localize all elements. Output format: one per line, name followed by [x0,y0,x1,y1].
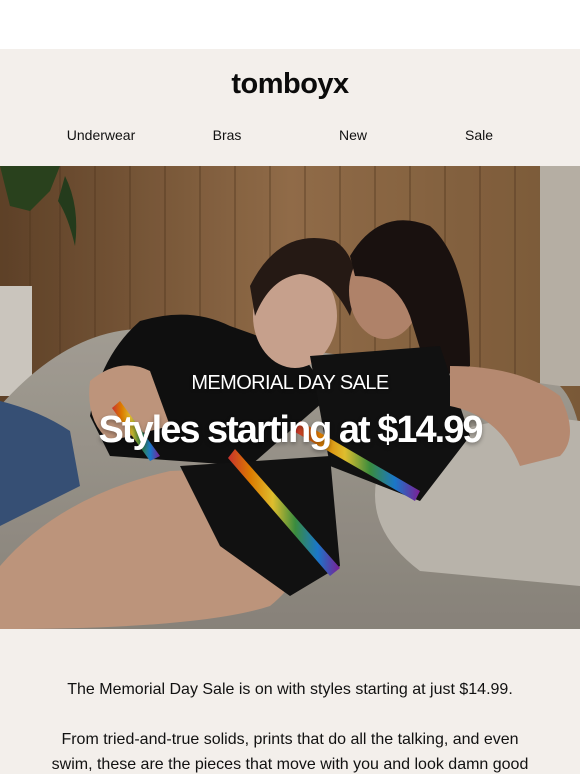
hero-banner[interactable]: MEMORIAL DAY SALE Styles starting at $14… [0,166,580,629]
nav-item-sale[interactable]: Sale [465,127,493,143]
nav-item-underwear[interactable]: Underwear [67,127,135,143]
body-copy: The Memorial Day Sale is on with styles … [0,629,580,774]
nav-item-bras[interactable]: Bras [213,127,242,143]
hero-headline: Styles starting at $14.99 [98,409,484,451]
hero-photo [0,166,580,629]
email-header: tomboyx Underwear Bras New Sale [0,49,580,166]
top-spacer [0,0,580,49]
details-paragraph: From tried-and-true solids, prints that … [51,731,529,773]
intro-paragraph: The Memorial Day Sale is on with styles … [67,681,513,698]
main-nav: Underwear Bras New Sale [0,127,580,147]
brand-logo[interactable]: tomboyx [0,68,580,101]
hero-eyebrow: MEMORIAL DAY SALE [191,372,389,394]
nav-item-new[interactable]: New [339,127,367,143]
